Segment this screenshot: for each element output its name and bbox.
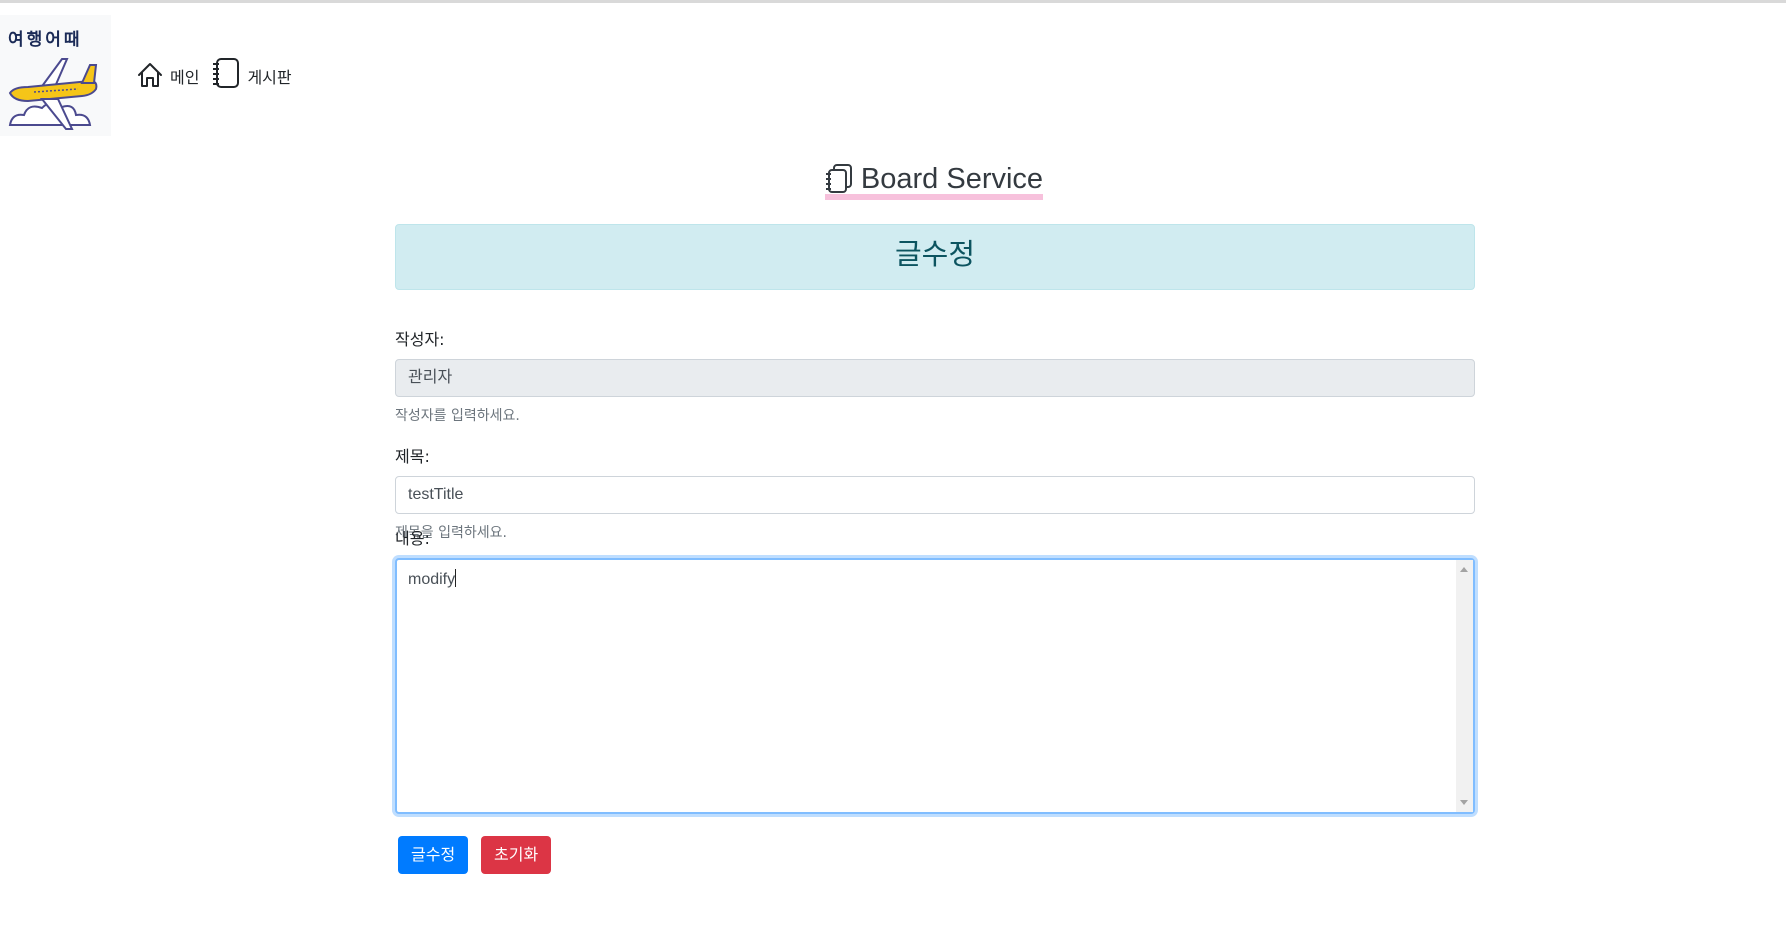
reset-button[interactable]: 초기화 <box>481 836 552 874</box>
page-heading: Board Service <box>0 164 1786 202</box>
nav-item-board-label: 게시판 <box>247 68 292 87</box>
scroll-up-arrow-icon[interactable] <box>1460 567 1468 572</box>
site-logo[interactable]: 여행어때 <box>0 15 111 136</box>
notebook-icon <box>213 58 240 88</box>
house-icon <box>138 63 162 87</box>
notebooks-icon <box>825 164 852 193</box>
writer-help: 작성자를 입력하세요. <box>395 408 520 424</box>
title-field[interactable]: testTitle <box>395 476 1475 514</box>
writer-field[interactable]: 관리자 <box>395 359 1475 397</box>
nav-item-main[interactable]: 메인 <box>136 61 199 89</box>
textarea-scrollbar[interactable] <box>1456 560 1473 812</box>
airplane-icon <box>8 58 98 130</box>
title-label: 제목: <box>395 447 430 466</box>
text-caret <box>455 569 457 587</box>
nav-item-board[interactable]: 게시판 <box>211 57 292 89</box>
nav-item-main-label: 메인 <box>170 68 200 87</box>
browser-top-border <box>0 0 1786 3</box>
content-text: modify <box>408 569 457 588</box>
scroll-down-arrow-icon[interactable] <box>1460 800 1468 805</box>
page-title: Board Service <box>860 163 1044 195</box>
submit-edit-button[interactable]: 글수정 <box>398 836 469 874</box>
content-textarea[interactable]: modify <box>395 558 1475 814</box>
content-label: 내용: <box>395 529 430 548</box>
form-title-alert: 글수정 <box>395 224 1475 290</box>
edit-form: 글수정 작성자: 관리자 작성자를 입력하세요. 제목: testTitle 제… <box>395 224 1475 874</box>
main-nav: 메인 게시판 <box>136 57 304 89</box>
writer-label: 작성자: <box>395 330 445 349</box>
